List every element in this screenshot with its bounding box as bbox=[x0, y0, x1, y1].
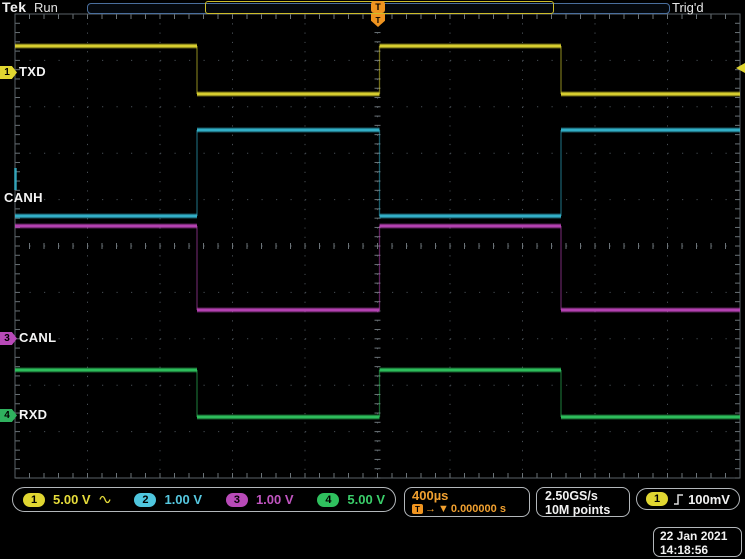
ac-coupling-icon bbox=[99, 495, 111, 504]
acquisition-readout[interactable]: 2.50GS/s 10M points bbox=[536, 487, 630, 517]
trigger-t-icon: T bbox=[412, 504, 423, 514]
sample-rate: 2.50GS/s bbox=[545, 489, 629, 503]
acquisition-status: Run bbox=[34, 0, 58, 15]
date-label: 22 Jan 2021 bbox=[660, 529, 741, 543]
oscilloscope-screen: { "header": { "logo": "Tek", "run_status… bbox=[0, 0, 745, 559]
channel-1-badge: 1 bbox=[23, 493, 45, 507]
tek-logo: Tek bbox=[2, 0, 27, 15]
waveform-display bbox=[0, 0, 745, 559]
datetime-display: 22 Jan 2021 14:18:56 bbox=[653, 527, 742, 557]
wave-label-rxd: RXD bbox=[19, 407, 47, 422]
trace-ch2-canh bbox=[15, 130, 740, 216]
horizontal-readout[interactable]: 400µs T → ▼ 0.000000 s bbox=[404, 487, 530, 517]
trigger-source-badge: 1 bbox=[646, 492, 668, 506]
channel-2-badge: 2 bbox=[134, 493, 156, 507]
wave-label-txd: TXD bbox=[19, 64, 46, 79]
wave-label-canh: CANH bbox=[4, 190, 43, 205]
trigger-level: 100mV bbox=[688, 492, 730, 507]
channel-4-scale: 5.00 V bbox=[347, 492, 385, 507]
trigger-level-arrow-icon[interactable] bbox=[736, 63, 745, 73]
trigger-position-icon[interactable]: T bbox=[371, 1, 385, 13]
channel-1-scale: 5.00 V bbox=[53, 492, 91, 507]
trigger-status: Trig'd bbox=[672, 0, 704, 15]
wave-label-canl: CANL bbox=[19, 330, 56, 345]
arrow-icon: → bbox=[425, 503, 436, 515]
horizontal-scale: 400µs bbox=[412, 489, 529, 503]
channel-3-readout[interactable]: 3 1.00 V bbox=[226, 492, 294, 507]
rising-edge-icon bbox=[673, 493, 684, 506]
channel-4-readout[interactable]: 4 5.00 V bbox=[317, 492, 385, 507]
channel-4-badge: 4 bbox=[317, 493, 339, 507]
record-length: 10M points bbox=[545, 503, 629, 517]
channel-1-readout[interactable]: 1 5.00 V bbox=[23, 492, 111, 507]
channel-readouts[interactable]: 1 5.00 V 2 1.00 V 3 1.00 V 4 5.00 V bbox=[12, 487, 396, 512]
channel-2-scale: 1.00 V bbox=[164, 492, 202, 507]
channel-3-badge: 3 bbox=[226, 493, 248, 507]
channel-3-scale: 1.00 V bbox=[256, 492, 294, 507]
channel-2-readout[interactable]: 2 1.00 V bbox=[134, 492, 202, 507]
down-marker-icon: ▼ bbox=[438, 503, 449, 515]
trigger-position-value: 0.000000 s bbox=[451, 503, 506, 515]
trace-ch3-canl bbox=[15, 226, 740, 310]
trigger-readout[interactable]: 1 100mV bbox=[636, 488, 740, 510]
time-label: 14:18:56 bbox=[660, 543, 741, 557]
